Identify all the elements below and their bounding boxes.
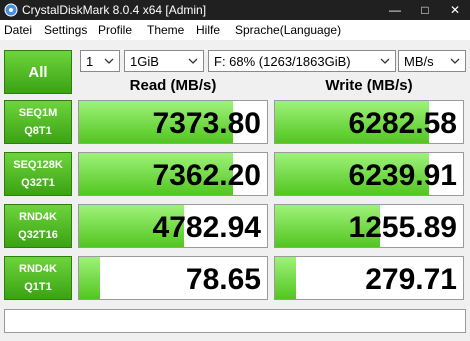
menu-language[interactable]: Sprache(Language) <box>235 23 341 37</box>
maximize-icon[interactable]: □ <box>410 0 440 20</box>
result-value: 279.71 <box>365 263 457 296</box>
menu-datei[interactable]: Datei <box>4 23 32 37</box>
minimize-icon[interactable]: — <box>380 0 410 20</box>
result-value: 1255.89 <box>348 211 457 244</box>
read-result-rnd4k-q32t16: 4782.94 <box>78 204 268 248</box>
write-result-seq128k-q32t1: 6239.91 <box>274 152 464 196</box>
chevron-down-icon <box>188 58 198 64</box>
write-result-rnd4k-q32t16: 1255.89 <box>274 204 464 248</box>
test-name: SEQ128K <box>13 159 63 171</box>
read-result-rnd4k-q1t1: 78.65 <box>78 256 268 300</box>
result-value: 7362.20 <box>152 159 261 192</box>
unit-select[interactable]: MB/s <box>398 50 466 72</box>
window-title: CrystalDiskMark 8.0.4 x64 [Admin] <box>22 3 207 17</box>
size-value: 1GiB <box>130 54 159 69</box>
title-bar: CrystalDiskMark 8.0.4 x64 [Admin] — □ ✕ <box>0 0 470 20</box>
result-bar <box>79 257 100 299</box>
menu-hilfe[interactable]: Hilfe <box>196 23 220 37</box>
write-result-seq1m-q8t1: 6282.58 <box>274 100 464 144</box>
test-name: RND4K <box>19 263 57 275</box>
count-value: 1 <box>86 54 94 69</box>
result-value: 6239.91 <box>348 159 457 192</box>
test-name: SEQ1M <box>18 107 58 119</box>
test-params: Q8T1 <box>24 125 52 137</box>
write-result-rnd4k-q1t1: 279.71 <box>274 256 464 300</box>
drive-value: F: 68% (1263/1863GiB) <box>214 54 351 69</box>
all-button[interactable]: All <box>4 50 72 94</box>
menu-profile[interactable]: Profile <box>98 23 132 37</box>
comment-field[interactable] <box>4 309 466 333</box>
result-bar <box>275 257 296 299</box>
test-params: Q1T1 <box>24 281 52 293</box>
chevron-down-icon <box>380 58 390 64</box>
test-button-rnd4k-q32t16[interactable]: RND4K Q32T16 <box>4 204 72 248</box>
test-button-rnd4k-q1t1[interactable]: RND4K Q1T1 <box>4 256 72 300</box>
test-button-seq1m-q8t1[interactable]: SEQ1M Q8T1 <box>4 100 72 144</box>
read-result-seq128k-q32t1: 7362.20 <box>78 152 268 196</box>
unit-value: MB/s <box>404 54 434 69</box>
size-select[interactable]: 1GiB <box>124 50 204 72</box>
menu-theme[interactable]: Theme <box>147 23 184 37</box>
write-column-header: Write (MB/s) <box>325 77 413 94</box>
read-column-header: Read (MB/s) <box>129 77 217 94</box>
result-value: 6282.58 <box>348 107 457 140</box>
close-icon[interactable]: ✕ <box>440 0 470 20</box>
test-params: Q32T16 <box>18 229 58 241</box>
count-select[interactable]: 1 <box>80 50 120 72</box>
chevron-down-icon <box>104 58 114 64</box>
result-value: 4782.94 <box>152 211 261 244</box>
test-name: RND4K <box>19 211 57 223</box>
chevron-down-icon <box>450 58 460 64</box>
menu-bar: Datei Settings Profile Theme Hilfe Sprac… <box>0 20 470 40</box>
result-value: 7373.80 <box>152 107 261 140</box>
menu-settings[interactable]: Settings <box>44 23 87 37</box>
result-value: 78.65 <box>185 263 261 296</box>
read-result-seq1m-q8t1: 7373.80 <box>78 100 268 144</box>
test-button-seq128k-q32t1[interactable]: SEQ128K Q32T1 <box>4 152 72 196</box>
test-params: Q32T1 <box>21 177 55 189</box>
app-icon <box>4 3 18 17</box>
drive-select[interactable]: F: 68% (1263/1863GiB) <box>208 50 396 72</box>
